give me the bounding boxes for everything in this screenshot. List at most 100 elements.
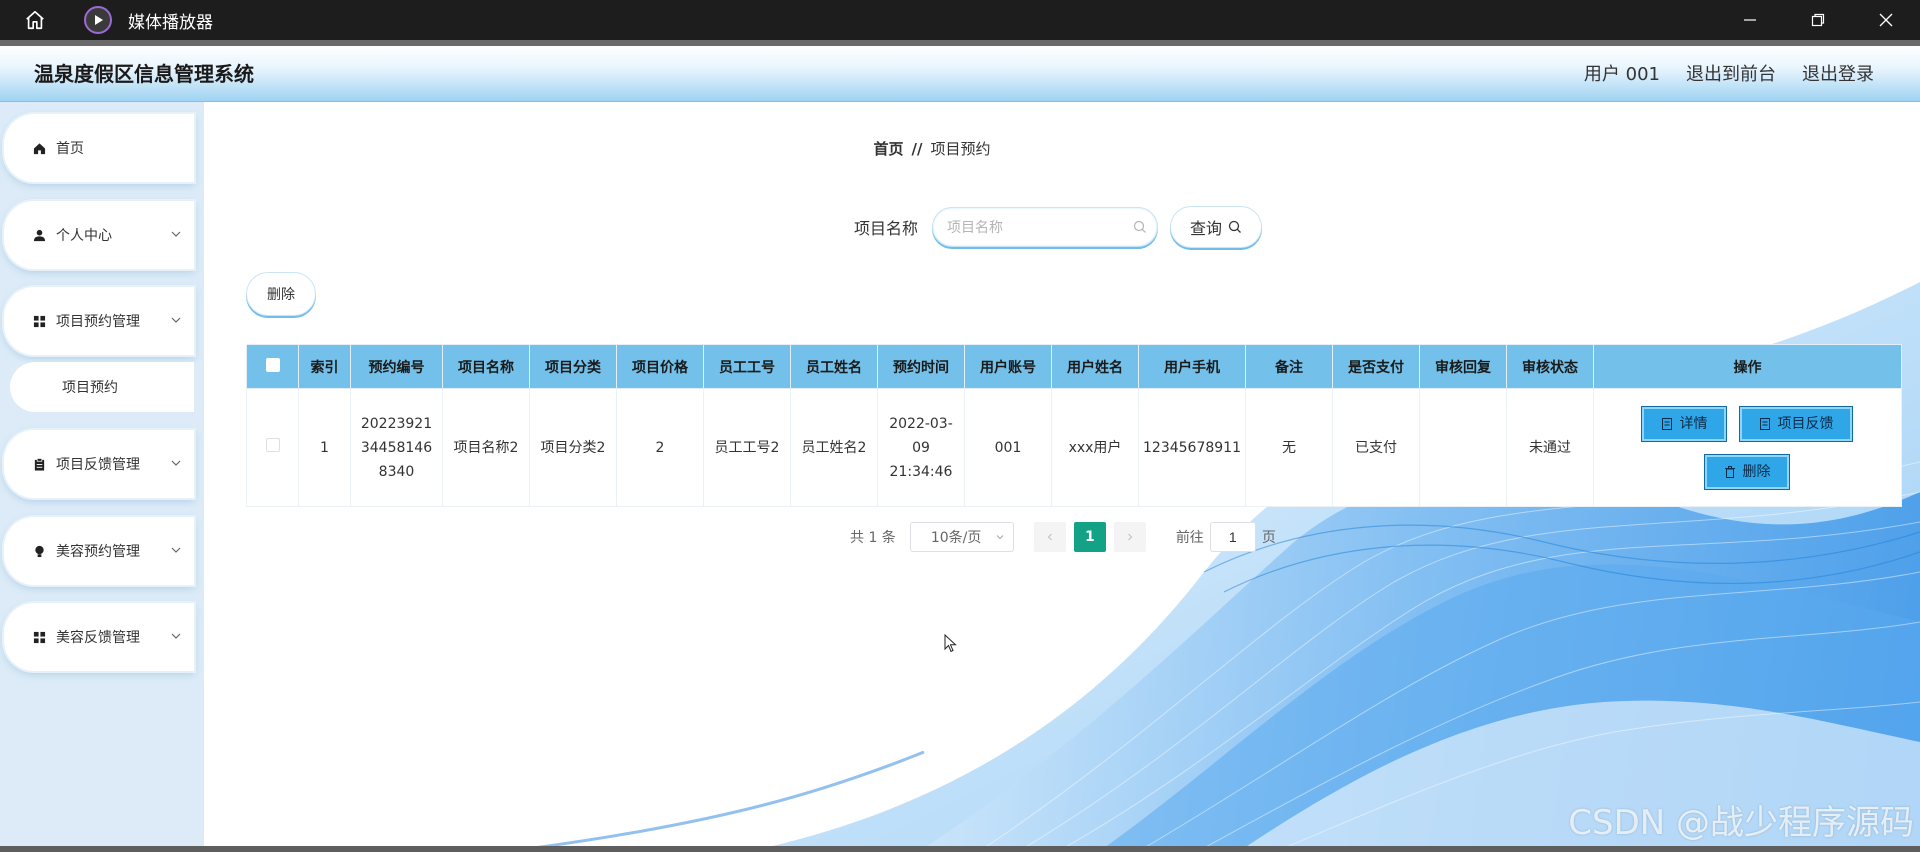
column-header: 项目价格: [616, 344, 704, 389]
window-titlebar: 媒体播放器: [0, 0, 1920, 40]
cell-booking-no: 20223921 34458146 8340: [350, 388, 443, 507]
next-page-button[interactable]: [1113, 522, 1146, 552]
column-header: 审核回复: [1418, 344, 1507, 389]
home-icon[interactable]: [18, 3, 52, 37]
search-input-wrapper: [932, 207, 1159, 247]
row-checkbox[interactable]: [265, 437, 280, 452]
search-icon: [1133, 220, 1146, 233]
goto-page-input[interactable]: [1209, 522, 1256, 552]
grid-icon: [32, 314, 46, 328]
column-header: 项目分类: [529, 344, 617, 389]
select-all-checkbox[interactable]: [265, 357, 280, 372]
table-header-row: 索引 预约编号 项目名称 项目分类 项目价格 员工工号 员工姓名 预约时间 用户…: [246, 344, 1902, 389]
page-size-value: 10条/页: [930, 530, 982, 546]
cell-item-name: 项目名称2: [442, 388, 530, 507]
chevron-down-icon: [171, 633, 181, 639]
chevron-down-icon: [171, 547, 181, 553]
cell-staff-no: 员工工号2: [703, 388, 791, 507]
breadcrumb-current: 项目预约: [930, 140, 991, 158]
column-header: 用户姓名: [1051, 344, 1139, 389]
row-delete-button[interactable]: 删除: [1704, 453, 1791, 490]
watermark: CSDN @战少程序源码: [1568, 803, 1914, 843]
document-icon: [1662, 417, 1673, 430]
sidebar-item-beauty-booking-management[interactable]: 美容预约管理: [4, 517, 194, 585]
cell-review-reply: [1418, 388, 1507, 507]
search-label: 项目名称: [854, 219, 919, 238]
search-icon: [1228, 220, 1241, 233]
sidebar-item-label: 美容反馈管理: [56, 630, 140, 646]
sidebar-subitem-label: 项目预约: [62, 380, 118, 396]
restore-icon[interactable]: [1784, 0, 1852, 40]
media-player-logo-icon: [84, 6, 112, 34]
chevron-down-icon: [996, 535, 1004, 540]
chevron-down-icon: [171, 231, 181, 237]
user-icon: [32, 228, 46, 242]
cell-user-name: xxx用户: [1051, 388, 1139, 507]
sidebar-item-label: 项目反馈管理: [56, 457, 140, 473]
back-to-front-link[interactable]: 退出到前台: [1686, 60, 1776, 86]
sidebar-item-label: 首页: [56, 141, 84, 157]
cell-review-status: 未通过: [1505, 388, 1594, 507]
select-all-cell: [246, 344, 299, 389]
table-row: 1 20223921 34458146 8340 项目名称2 项目分类2 2 员…: [246, 388, 1902, 507]
breadcrumb-home[interactable]: 首页: [874, 140, 904, 158]
clipboard-icon: [32, 457, 46, 471]
cell-actions: 详情 项目反馈 删除: [1592, 388, 1902, 507]
page-number-current[interactable]: 1: [1073, 522, 1106, 552]
cell-index: 1: [298, 388, 351, 507]
sidebar-item-label: 项目预约管理: [56, 314, 140, 330]
chevron-down-icon: [171, 317, 181, 323]
main-content: 首页 // 项目预约 项目名称 查询 删除 索引 预约编号 项目名称 项目分类 项目…: [204, 102, 1920, 848]
sidebar-item-home[interactable]: 首页: [4, 114, 194, 182]
cell-paid: 已支付: [1331, 388, 1420, 507]
pagination: 共 1 条 10条/页 1 前往 页: [850, 522, 1276, 552]
sidebar-item-label: 美容预约管理: [56, 544, 140, 560]
minimize-icon[interactable]: [1716, 0, 1784, 40]
batch-delete-label: 删除: [267, 287, 295, 303]
batch-delete-button[interactable]: 删除: [246, 272, 316, 316]
column-header: 项目名称: [442, 344, 530, 389]
sidebar: 首页 个人中心 项目预约管理 项目预约 项目反馈管理 美容预约管理 美容反馈管理: [0, 102, 204, 848]
current-user-label[interactable]: 用户 001: [1584, 60, 1660, 86]
sidebar-item-project-feedback-management[interactable]: 项目反馈管理: [4, 430, 194, 498]
booking-table: 索引 预约编号 项目名称 项目分类 项目价格 员工工号 员工姓名 预约时间 用户…: [246, 344, 1902, 507]
cell-phone: 12345678911: [1138, 388, 1246, 507]
search-input[interactable]: [933, 208, 1158, 246]
sidebar-item-beauty-feedback-management[interactable]: 美容反馈管理: [4, 603, 194, 671]
column-header: 审核状态: [1505, 344, 1594, 389]
column-header: 员工工号: [703, 344, 791, 389]
cell-account: 001: [964, 388, 1052, 507]
close-icon[interactable]: [1852, 0, 1920, 40]
column-header: 是否支付: [1331, 344, 1420, 389]
detail-button-label: 详情: [1679, 415, 1708, 432]
page-size-select[interactable]: 10条/页: [909, 522, 1014, 552]
column-header: 预约编号: [350, 344, 443, 389]
sidebar-item-label: 个人中心: [56, 228, 112, 244]
search-bar: 项目名称 查询: [854, 206, 1263, 248]
sidebar-subitem-project-booking[interactable]: 项目预约: [10, 362, 194, 412]
column-header: 索引: [298, 344, 351, 389]
chevron-down-icon: [171, 460, 181, 466]
chevron-right-icon: [1127, 533, 1133, 541]
breadcrumb: 首页 // 项目预约: [204, 138, 1660, 159]
query-button[interactable]: 查询: [1170, 206, 1263, 248]
prev-page-button[interactable]: [1033, 522, 1066, 552]
row-select-cell: [246, 388, 299, 507]
logout-link[interactable]: 退出登录: [1802, 60, 1874, 86]
system-title: 温泉度假区信息管理系统: [34, 62, 254, 86]
project-feedback-button-label: 项目反馈: [1777, 415, 1834, 432]
cell-booking-time: 2022-03-09 21:34:46: [877, 388, 965, 507]
sidebar-item-project-booking-management[interactable]: 项目预约管理: [4, 287, 194, 355]
project-feedback-button[interactable]: 项目反馈: [1739, 405, 1854, 442]
detail-button[interactable]: 详情: [1641, 405, 1728, 442]
row-delete-button-label: 删除: [1742, 463, 1771, 480]
column-header: 用户账号: [964, 344, 1052, 389]
goto-label: 前往: [1175, 530, 1204, 546]
app-header: 温泉度假区信息管理系统 用户 001 退出到前台 退出登录: [0, 46, 1920, 102]
cell-item-category: 项目分类2: [529, 388, 617, 507]
page-suffix: 页: [1261, 530, 1276, 546]
mouse-cursor-icon: [944, 634, 957, 653]
document-icon: [1760, 417, 1771, 430]
sidebar-item-personal-center[interactable]: 个人中心: [4, 201, 194, 269]
column-header: 备注: [1244, 344, 1333, 389]
